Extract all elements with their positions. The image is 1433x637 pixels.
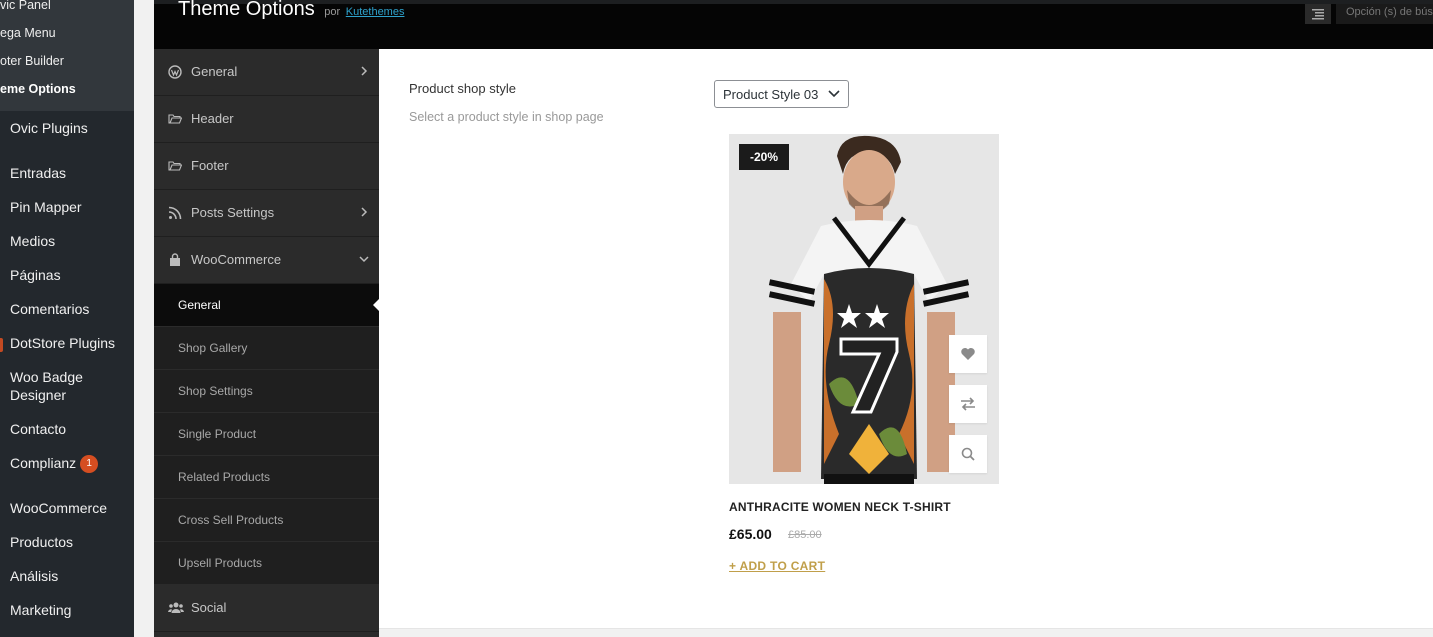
dotstore-icon: [0, 338, 3, 352]
model-tshirt-illustration: [729, 134, 999, 484]
chevron-right-icon: [361, 207, 368, 217]
menu-item-comentarios[interactable]: Comentarios: [10, 300, 89, 318]
nav-item-footer[interactable]: Footer: [154, 143, 379, 190]
shopping-bag-icon: [170, 253, 180, 266]
submenu-item-theme-options[interactable]: eme Options: [0, 82, 76, 96]
options-header: Theme Options por Kutethemes Opción (s) …: [154, 0, 1433, 49]
menu-item-dotstore-plugins[interactable]: DotStore Plugins: [10, 334, 115, 352]
nav-item-posts-settings[interactable]: Posts Settings: [154, 190, 379, 237]
product-price: £65.00: [729, 526, 772, 542]
by-label: por: [324, 6, 341, 18]
add-to-cart-link[interactable]: + ADD TO CART: [729, 559, 825, 573]
subnav-label: Shop Gallery: [178, 341, 248, 355]
nav-label: WooCommerce: [191, 252, 282, 267]
wordpress-icon: [168, 65, 182, 79]
title-text: Theme Options: [178, 0, 315, 20]
field-description: Select a product style in shop page: [409, 110, 604, 124]
subnav-label: Cross Sell Products: [178, 513, 284, 527]
menu-item-paginas[interactable]: Páginas: [10, 266, 61, 284]
subnav-label: Upsell Products: [178, 556, 263, 570]
options-nav: General Header Footer Posts Settings Woo…: [154, 49, 379, 637]
menu-item-woocommerce[interactable]: WooCommerce: [10, 499, 107, 517]
menu-item-entradas[interactable]: Entradas: [10, 164, 66, 182]
subnav-single-product[interactable]: Single Product: [154, 413, 379, 456]
submenu-item-ovic-panel[interactable]: vic Panel: [0, 0, 51, 12]
menu-item-analisis[interactable]: Análisis: [10, 567, 58, 585]
chevron-right-icon: [361, 66, 368, 76]
subnav-label: General: [178, 298, 221, 312]
subnav-label: Single Product: [178, 427, 257, 441]
wp-admin-sidebar: vic Panel ega Menu oter Builder eme Opti…: [0, 0, 134, 637]
subnav-general[interactable]: General: [154, 284, 379, 327]
menu-item-pin-mapper[interactable]: Pin Mapper: [10, 198, 82, 216]
nav-label: Social: [191, 600, 227, 615]
menu-item-woo-badge[interactable]: Woo Badge: [10, 368, 83, 386]
nav-label: Footer: [191, 158, 229, 173]
product-name[interactable]: ANTHRACITE WOMEN NECK T-SHIRT: [729, 500, 951, 514]
complianz-label: Complianz: [10, 455, 77, 471]
nav-item-general[interactable]: General: [154, 49, 379, 96]
nav-item-header[interactable]: Header: [154, 96, 379, 143]
chevron-down-icon: [828, 90, 840, 98]
submenu-item-mega-menu[interactable]: ega Menu: [0, 26, 56, 40]
chevron-down-icon: [359, 256, 369, 263]
menu-item-productos[interactable]: Productos: [10, 533, 73, 551]
options-search-input[interactable]: Opción (s) de búsqueda: [1336, 4, 1433, 24]
subnav-shop-settings[interactable]: Shop Settings: [154, 370, 379, 413]
quickview-button[interactable]: [949, 435, 987, 473]
product-image: -20%: [729, 134, 999, 484]
options-content: Product shop style Select a product styl…: [379, 49, 1433, 629]
compare-button[interactable]: [949, 385, 987, 423]
page-title: Theme Options por Kutethemes: [178, 0, 404, 21]
sale-badge: -20%: [739, 144, 789, 170]
expand-options-button[interactable]: [1305, 4, 1331, 24]
subnav-label: Shop Settings: [178, 384, 253, 398]
subnav-related-products[interactable]: Related Products: [154, 456, 379, 499]
product-old-price: £85.00: [788, 529, 822, 541]
product-style-select[interactable]: Product Style 03: [714, 80, 849, 108]
menu-item-contacto[interactable]: Contacto: [10, 420, 66, 438]
submenu-panel: vic Panel ega Menu oter Builder eme Opti…: [0, 0, 134, 111]
notification-badge: 1: [80, 455, 99, 474]
content-divider: [379, 628, 1433, 629]
folder-open-icon: [168, 114, 182, 124]
menu-item-complianz[interactable]: Complianz 1: [10, 454, 99, 474]
nav-item-woocommerce[interactable]: WooCommerce: [154, 237, 379, 284]
subnav-upsell-products[interactable]: Upsell Products: [154, 542, 379, 585]
author-link[interactable]: Kutethemes: [346, 6, 405, 18]
users-icon: [168, 602, 184, 613]
field-title: Product shop style: [409, 81, 516, 96]
subnav-label: Related Products: [178, 470, 271, 484]
selected-value: Product Style 03: [723, 87, 819, 102]
heart-icon: [961, 348, 975, 360]
subnav-cross-sell-products[interactable]: Cross Sell Products: [154, 499, 379, 542]
submenu-item-footer-builder[interactable]: oter Builder: [0, 54, 64, 68]
list-icon: [1312, 9, 1324, 20]
wishlist-button[interactable]: [949, 335, 987, 373]
subnav-shop-gallery[interactable]: Shop Gallery: [154, 327, 379, 370]
compare-icon: [961, 397, 975, 411]
folder-open-icon: [168, 161, 182, 171]
nav-item-social[interactable]: Social: [154, 585, 379, 632]
nav-label: Posts Settings: [191, 205, 275, 220]
nav-label: General: [191, 64, 238, 79]
product-preview-card: -20% ANTHRACITE WOMEN NECK T-SHIRT £65.0…: [729, 134, 999, 584]
menu-item-medios[interactable]: Medios: [10, 232, 55, 250]
search-icon: [961, 447, 975, 461]
rss-icon: [168, 206, 182, 220]
nav-label: Header: [191, 111, 234, 126]
menu-item-woo-badge-designer[interactable]: Designer: [10, 386, 66, 404]
sidebar-gap: [134, 0, 154, 637]
menu-item-ovic-plugins[interactable]: Ovic Plugins: [10, 119, 88, 137]
menu-item-marketing[interactable]: Marketing: [10, 601, 71, 619]
